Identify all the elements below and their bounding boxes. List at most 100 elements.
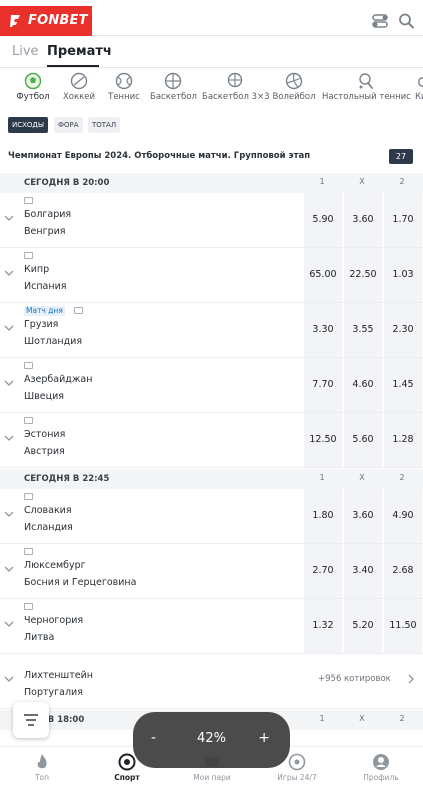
column-header-1: 1 xyxy=(319,473,325,482)
chevron-down-icon[interactable] xyxy=(4,619,14,629)
odd-home[interactable]: 1.80 xyxy=(304,489,342,543)
odd-home[interactable]: 65.00 xyxy=(304,248,342,302)
odd-draw[interactable]: 3.55 xyxy=(344,303,382,357)
chevron-down-icon[interactable] xyxy=(4,323,14,333)
broadcast-icon xyxy=(24,493,33,500)
team-away: Венгрия xyxy=(24,226,66,237)
match-row[interactable]: Болгария Венгрия 5.90 3.60 1.70 xyxy=(0,193,423,248)
match-row[interactable]: Матч дня Грузия Шотландия 3.30 3.55 2.30 xyxy=(0,303,423,358)
filter-button[interactable] xyxy=(13,702,49,738)
match-row[interactable]: Азербайджан Швеция 7.70 4.60 1.45 xyxy=(0,358,423,413)
odd-home[interactable]: 3.30 xyxy=(304,303,342,357)
sport-item-tennis[interactable]: Теннис xyxy=(106,70,142,106)
odd-home[interactable]: 5.90 xyxy=(304,193,342,247)
odd-away[interactable]: 2.68 xyxy=(384,544,422,598)
match-row[interactable]: Лихтенштейн Португалия +956 котировок xyxy=(0,654,423,709)
match-row[interactable]: Словакия Исландия 1.80 3.60 4.90 xyxy=(0,489,423,544)
match-row[interactable]: Кипр Испания 65.00 22.50 1.03 xyxy=(0,248,423,303)
team-home: Лихтенштейн xyxy=(24,670,93,681)
sport-item-basketball-3x3[interactable]: Баскетбол 3×3 xyxy=(202,70,270,106)
odd-draw[interactable]: 3.60 xyxy=(344,489,382,543)
odd-home[interactable]: 12.50 xyxy=(304,413,342,467)
column-header-2: 2 xyxy=(399,473,405,482)
team-home: Словакия xyxy=(24,505,72,516)
sport-item-table-tennis[interactable]: Настольный теннис xyxy=(322,70,411,106)
odd-draw[interactable]: 5.60 xyxy=(344,413,382,467)
broadcast-icon xyxy=(24,252,33,259)
nav-item-top[interactable]: Топ xyxy=(0,747,84,788)
brand-name: FONBET xyxy=(28,13,88,28)
broadcast-icon xyxy=(24,362,33,369)
team-home: Болгария xyxy=(24,209,72,220)
chevron-down-icon[interactable] xyxy=(4,378,14,388)
sport-item-esports[interactable]: Кибе xyxy=(414,70,423,106)
column-header-x: X xyxy=(359,714,365,723)
nav-item-profile[interactable]: Профиль xyxy=(339,747,423,788)
odd-away[interactable]: 1.03 xyxy=(384,248,422,302)
odd-away[interactable]: 4.90 xyxy=(384,489,422,543)
column-header-2: 2 xyxy=(399,177,405,186)
chevron-down-icon[interactable] xyxy=(4,268,14,278)
team-home: Люксембург xyxy=(24,560,86,571)
odd-home[interactable]: 1.32 xyxy=(304,599,342,653)
filter-handicap[interactable]: ФОРА xyxy=(54,117,83,133)
filter-total[interactable]: ТОТАЛ xyxy=(88,117,121,133)
chevron-down-icon[interactable] xyxy=(4,213,14,223)
chevron-down-icon[interactable] xyxy=(4,564,14,574)
league-title: Чемпионат Европы 2024. Отборочные матчи.… xyxy=(8,151,311,161)
team-away: Испания xyxy=(24,281,67,292)
league-header[interactable]: Чемпионат Европы 2024. Отборочные матчи.… xyxy=(0,144,423,170)
odd-draw[interactable]: 5.20 xyxy=(344,599,382,653)
sport-item-football[interactable]: Футбол xyxy=(14,70,52,106)
toggle-icon[interactable] xyxy=(371,13,389,29)
odd-away[interactable]: 1.28 xyxy=(384,413,422,467)
chevron-down-icon[interactable] xyxy=(4,509,14,519)
broadcast-icon xyxy=(24,197,33,204)
more-quotes-link[interactable]: +956 котировок xyxy=(318,674,391,684)
odd-home[interactable]: 7.70 xyxy=(304,358,342,412)
filter-icon xyxy=(24,714,38,726)
sport-item-volleyball[interactable]: Волейбол xyxy=(272,70,316,106)
chevron-right-icon[interactable] xyxy=(407,674,415,684)
tab-live[interactable]: Live xyxy=(12,44,39,59)
odd-home[interactable]: 2.70 xyxy=(304,544,342,598)
odd-away[interactable]: 1.45 xyxy=(384,358,422,412)
team-away: Шотландия xyxy=(24,336,83,347)
odd-draw[interactable]: 22.50 xyxy=(344,248,382,302)
odd-away[interactable]: 2.30 xyxy=(384,303,422,357)
sport-target-icon xyxy=(118,753,136,771)
column-header-1: 1 xyxy=(319,177,325,186)
broadcast-icon xyxy=(24,603,33,610)
flame-icon xyxy=(37,754,47,769)
top-bar: FONBET xyxy=(0,6,423,36)
team-away: Португалия xyxy=(24,687,83,698)
team-home: Грузия xyxy=(24,319,59,330)
search-icon[interactable] xyxy=(398,13,416,29)
chevron-down-icon[interactable] xyxy=(4,433,14,443)
zoom-in-button[interactable]: + xyxy=(258,730,270,746)
team-home: Азербайджан xyxy=(24,374,93,385)
odd-draw[interactable]: 3.40 xyxy=(344,544,382,598)
profile-icon xyxy=(373,754,389,770)
odd-draw[interactable]: 4.60 xyxy=(344,358,382,412)
odd-away[interactable]: 11.50 xyxy=(384,599,422,653)
time-section-header: СЕГОДНЯ В 22:45 1 X 2 xyxy=(0,469,423,489)
sport-item-hockey[interactable]: Хоккей xyxy=(60,70,98,106)
match-row[interactable]: Люксембург Босния и Герцеговина 2.70 3.4… xyxy=(0,544,423,599)
brand-mark-icon xyxy=(10,15,20,27)
filter-outcomes[interactable]: ИСХОДЫ xyxy=(8,117,49,133)
team-home: Эстония xyxy=(24,429,66,440)
sport-item-basketball[interactable]: Баскетбол xyxy=(150,70,197,106)
chevron-down-icon[interactable] xyxy=(4,674,14,684)
brand-logo[interactable]: FONBET xyxy=(0,6,92,36)
games-icon xyxy=(288,753,306,771)
tab-prematch[interactable]: Прематч xyxy=(47,44,112,59)
match-row[interactable]: Черногория Литва 1.32 5.20 11.50 xyxy=(0,599,423,654)
active-tab-indicator xyxy=(47,65,99,67)
match-row[interactable]: Эстония Австрия 12.50 5.60 1.28 xyxy=(0,413,423,468)
odd-away[interactable]: 1.70 xyxy=(384,193,422,247)
odd-draw[interactable]: 3.60 xyxy=(344,193,382,247)
mode-tabs: Live Прематч xyxy=(0,38,423,68)
team-home: Черногория xyxy=(24,615,84,626)
team-away: Швеция xyxy=(24,391,64,402)
